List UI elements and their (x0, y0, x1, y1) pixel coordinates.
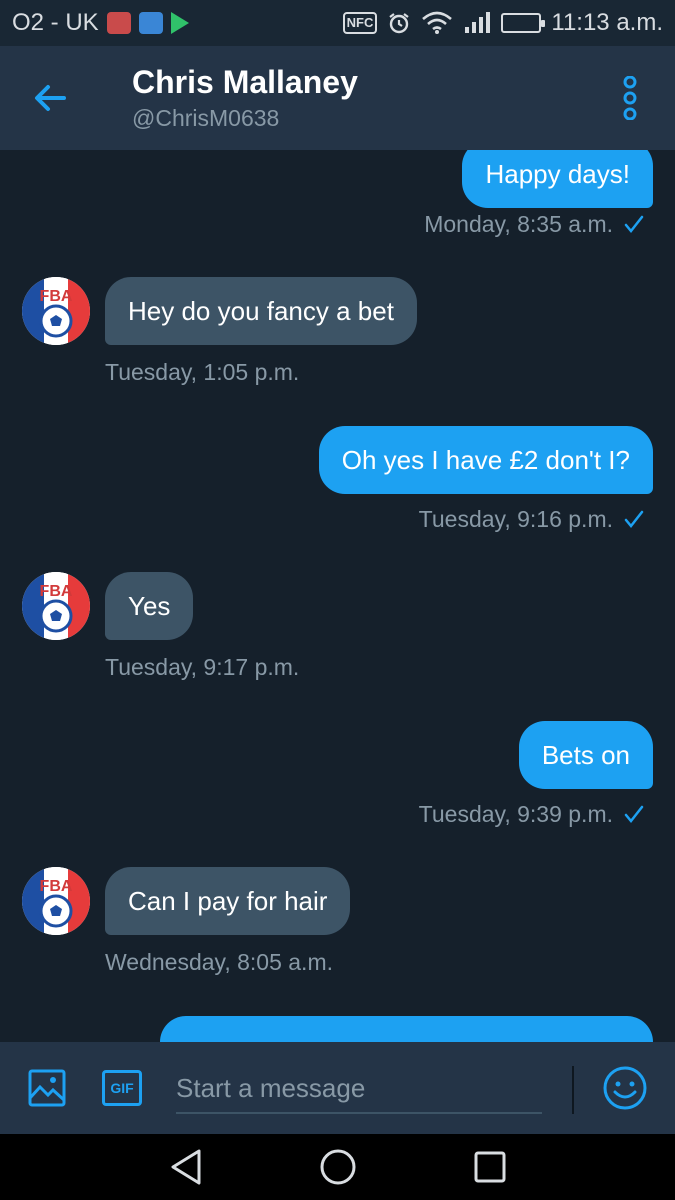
triangle-back-icon (171, 1149, 200, 1185)
back-arrow-icon (35, 85, 66, 111)
circle-home-icon (320, 1149, 355, 1185)
contact-avatar[interactable]: FBA (22, 867, 90, 935)
fba-logo-icon: FBA (22, 572, 90, 640)
read-check-icon (624, 215, 644, 233)
contact-name: Chris Mallaney (132, 64, 358, 100)
sent-message-bubble[interactable]: Oh yes I have £2 don't I? (318, 426, 653, 494)
contact-avatar[interactable]: FBA (22, 572, 90, 640)
message-timestamp: Wednesday, 8:05 a.m. (105, 949, 334, 975)
wifi-icon (422, 11, 453, 34)
read-check-icon (624, 805, 644, 823)
carrier-label: O2 - UK (12, 9, 99, 36)
outlook-icon (138, 12, 163, 34)
composer-divider (572, 1066, 574, 1114)
svg-text:FBA: FBA (40, 878, 73, 895)
more-options-button[interactable] (585, 48, 675, 148)
conversation-header: Chris Mallaney @ChrisM0638 (0, 46, 675, 150)
sent-message-bubble[interactable]: Bets on (518, 721, 653, 789)
image-icon (28, 1069, 66, 1107)
more-vertical-icon (623, 76, 637, 120)
nav-back-button[interactable] (164, 1145, 208, 1189)
alarm-icon (389, 13, 410, 34)
nav-home-button[interactable] (316, 1145, 360, 1189)
message-list[interactable]: Happy days! Monday, 8:35 a.m. FBA Hey do… (0, 150, 675, 1042)
add-photo-button[interactable] (23, 1064, 71, 1112)
contact-handle: @ChrisM0638 (132, 105, 280, 131)
message-input[interactable] (176, 1064, 542, 1114)
sent-message-bubble[interactable] (160, 1016, 653, 1042)
message-timestamp: Tuesday, 9:17 p.m. (105, 654, 300, 680)
message-timestamp: Monday, 8:35 a.m. (424, 209, 645, 239)
read-check-icon (624, 510, 644, 528)
emoji-icon (603, 1066, 647, 1110)
android-navigation-bar (0, 1134, 675, 1200)
received-message-bubble[interactable]: Can I pay for hair (105, 867, 351, 935)
gif-button[interactable]: GIF (102, 1070, 142, 1106)
message-timestamp: Tuesday, 9:39 p.m. (419, 799, 645, 829)
svg-text:FBA: FBA (40, 583, 73, 600)
message-timestamp: Tuesday, 9:16 p.m. (419, 504, 645, 534)
missed-call-icon (106, 12, 131, 34)
svg-text:FBA: FBA (40, 288, 73, 305)
received-message-bubble[interactable]: Yes (105, 572, 194, 640)
nav-recents-button[interactable] (468, 1145, 512, 1189)
square-recents-icon (474, 1151, 505, 1183)
status-bar: O2 - UK NFC 11:13 a.m. (0, 0, 675, 46)
battery-icon (501, 13, 546, 33)
nfc-icon: NFC (342, 12, 378, 34)
signal-icon (465, 12, 491, 33)
received-message-bubble[interactable]: Hey do you fancy a bet (105, 277, 417, 345)
contact-avatar[interactable]: FBA (22, 277, 90, 345)
sent-message-bubble[interactable]: Happy days! (462, 150, 653, 208)
fba-logo-icon: FBA (22, 277, 90, 345)
conversation-title[interactable]: Chris Mallaney @ChrisM0638 (132, 63, 358, 133)
back-button[interactable] (0, 48, 100, 148)
play-store-icon (170, 12, 189, 34)
clock-time: 11:13 a.m. (551, 9, 663, 36)
message-timestamp: Tuesday, 1:05 p.m. (105, 359, 300, 385)
message-composer: GIF (0, 1042, 675, 1134)
fba-logo-icon: FBA (22, 867, 90, 935)
emoji-button[interactable] (601, 1064, 649, 1112)
